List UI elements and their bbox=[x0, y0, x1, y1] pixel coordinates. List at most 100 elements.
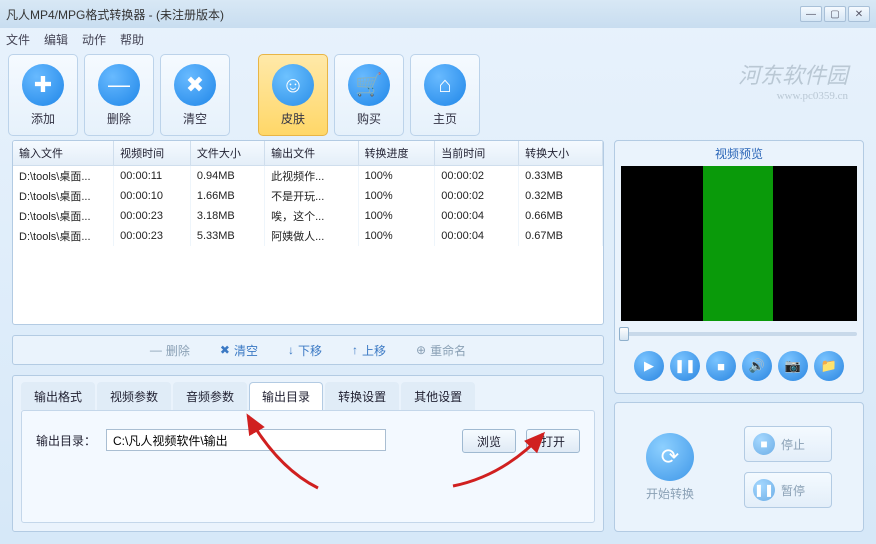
add-button[interactable]: ✚ 添加 bbox=[8, 54, 78, 136]
tab-other[interactable]: 其他设置 bbox=[401, 382, 475, 410]
tab-convset[interactable]: 转换设置 bbox=[325, 382, 399, 410]
menu-edit[interactable]: 编辑 bbox=[44, 31, 68, 48]
cell-curtime: 00:00:02 bbox=[435, 186, 519, 206]
cell-input: D:\tools\桌面... bbox=[13, 206, 114, 226]
stop-button[interactable]: ■ bbox=[706, 351, 736, 381]
seek-thumb[interactable] bbox=[619, 327, 629, 341]
file-table[interactable]: 输入文件 视频时间 文件大小 输出文件 转换进度 当前时间 转换大小 D:\to… bbox=[12, 140, 604, 325]
table-row[interactable]: D:\tools\桌面...00:00:101.66MB不是开玩...100%0… bbox=[13, 186, 603, 206]
start-convert-button[interactable]: ⟳ bbox=[646, 433, 694, 481]
down-icon: ↓ bbox=[288, 343, 294, 357]
col-vtime[interactable]: 视频时间 bbox=[114, 141, 191, 166]
col-progress[interactable]: 转换进度 bbox=[358, 141, 435, 166]
cell-convsize: 0.67MB bbox=[519, 226, 603, 246]
cell-vtime: 00:00:11 bbox=[114, 166, 191, 187]
open-button[interactable]: 打开 bbox=[526, 429, 580, 453]
outdir-input[interactable] bbox=[106, 429, 386, 451]
cell-curtime: 00:00:04 bbox=[435, 206, 519, 226]
up-icon: ↑ bbox=[352, 343, 358, 357]
play-button[interactable]: ▶ bbox=[634, 351, 664, 381]
buy-button[interactable]: 🛒 购买 bbox=[334, 54, 404, 136]
watermark: 河东软件园 www.pc0359.cn bbox=[738, 58, 848, 102]
minimize-button[interactable]: — bbox=[800, 6, 822, 22]
col-convsize[interactable]: 转换大小 bbox=[519, 141, 603, 166]
tab-audio[interactable]: 音频参数 bbox=[173, 382, 247, 410]
volume-button[interactable]: 🔊 bbox=[742, 351, 772, 381]
clear-button[interactable]: ✖ 清空 bbox=[160, 54, 230, 136]
cell-vtime: 00:00:10 bbox=[114, 186, 191, 206]
table-row[interactable]: D:\tools\桌面...00:00:233.18MB唉，这个...100%0… bbox=[13, 206, 603, 226]
minus-icon: — bbox=[150, 343, 162, 357]
home-icon: ⌂ bbox=[424, 64, 466, 106]
menu-file[interactable]: 文件 bbox=[6, 31, 30, 48]
window-title: 凡人MP4/MPG格式转换器 - (未注册版本) bbox=[6, 6, 224, 23]
toolbar: ✚ 添加 — 删除 ✖ 清空 ☺ 皮肤 🛒 购买 ⌂ 主页 河东软件园 www.… bbox=[0, 50, 876, 140]
snapshot-button[interactable]: 📷 bbox=[778, 351, 808, 381]
home-button[interactable]: ⌂ 主页 bbox=[410, 54, 480, 136]
close-button[interactable]: ✕ bbox=[848, 6, 870, 22]
cell-convsize: 0.32MB bbox=[519, 186, 603, 206]
table-row[interactable]: D:\tools\桌面...00:00:235.33MB阿姨做人...100%0… bbox=[13, 226, 603, 246]
video-preview[interactable] bbox=[621, 166, 857, 321]
menubar: 文件 编辑 动作 帮助 bbox=[0, 28, 876, 50]
pause-icon: ❚❚ bbox=[753, 479, 775, 501]
stop-icon: ■ bbox=[753, 433, 775, 455]
list-rename[interactable]: ⊕重命名 bbox=[416, 342, 466, 359]
list-delete[interactable]: —删除 bbox=[150, 342, 190, 359]
smile-icon: ☺ bbox=[272, 64, 314, 106]
col-output[interactable]: 输出文件 bbox=[265, 141, 358, 166]
menu-action[interactable]: 动作 bbox=[82, 31, 106, 48]
folder-button[interactable]: 📁 bbox=[814, 351, 844, 381]
cell-input: D:\tools\桌面... bbox=[13, 226, 114, 246]
tab-video[interactable]: 视频参数 bbox=[97, 382, 171, 410]
cell-curtime: 00:00:02 bbox=[435, 166, 519, 187]
menu-help[interactable]: 帮助 bbox=[120, 31, 144, 48]
list-actions: —删除 ✖清空 ↓下移 ↑上移 ⊕重命名 bbox=[12, 335, 604, 365]
cell-curtime: 00:00:04 bbox=[435, 226, 519, 246]
delete-button[interactable]: — 删除 bbox=[84, 54, 154, 136]
preview-panel: 视频预览 ▶ ❚❚ ■ 🔊 📷 📁 bbox=[614, 140, 864, 394]
start-convert-label: 开始转换 bbox=[646, 485, 694, 502]
settings-panel: 输出格式 视频参数 音频参数 输出目录 转换设置 其他设置 输出目录： 浏览 打… bbox=[12, 375, 604, 532]
cell-progress: 100% bbox=[358, 186, 435, 206]
pause-button[interactable]: ❚❚ bbox=[670, 351, 700, 381]
cart-icon: 🛒 bbox=[348, 64, 390, 106]
stop-convert-button[interactable]: ■ 停止 bbox=[744, 426, 832, 462]
tab-format[interactable]: 输出格式 bbox=[21, 382, 95, 410]
col-fsize[interactable]: 文件大小 bbox=[190, 141, 264, 166]
x-icon: ✖ bbox=[174, 64, 216, 106]
rename-icon: ⊕ bbox=[416, 343, 426, 357]
cell-input: D:\tools\桌面... bbox=[13, 186, 114, 206]
cell-input: D:\tools\桌面... bbox=[13, 166, 114, 187]
skin-button[interactable]: ☺ 皮肤 bbox=[258, 54, 328, 136]
x-icon: ✖ bbox=[220, 343, 230, 357]
cell-vtime: 00:00:23 bbox=[114, 206, 191, 226]
cell-convsize: 0.33MB bbox=[519, 166, 603, 187]
cell-fsize: 1.66MB bbox=[190, 186, 264, 206]
cell-fsize: 5.33MB bbox=[190, 226, 264, 246]
cell-vtime: 00:00:23 bbox=[114, 226, 191, 246]
titlebar: 凡人MP4/MPG格式转换器 - (未注册版本) — ▢ ✕ bbox=[0, 0, 876, 28]
preview-title: 视频预览 bbox=[615, 141, 863, 166]
cell-convsize: 0.66MB bbox=[519, 206, 603, 226]
maximize-button[interactable]: ▢ bbox=[824, 6, 846, 22]
cell-progress: 100% bbox=[358, 206, 435, 226]
col-input[interactable]: 输入文件 bbox=[13, 141, 114, 166]
cell-output: 不是开玩... bbox=[265, 186, 358, 206]
preview-frame bbox=[703, 166, 773, 321]
pause-convert-button[interactable]: ❚❚ 暂停 bbox=[744, 472, 832, 508]
plus-icon: ✚ bbox=[22, 64, 64, 106]
browse-button[interactable]: 浏览 bbox=[462, 429, 516, 453]
list-down[interactable]: ↓下移 bbox=[288, 342, 322, 359]
col-curtime[interactable]: 当前时间 bbox=[435, 141, 519, 166]
seek-bar[interactable] bbox=[621, 327, 857, 341]
minus-icon: — bbox=[98, 64, 140, 106]
cell-output: 阿姨做人... bbox=[265, 226, 358, 246]
outdir-label: 输出目录： bbox=[36, 429, 96, 449]
cell-output: 唉，这个... bbox=[265, 206, 358, 226]
tab-outdir[interactable]: 输出目录 bbox=[249, 382, 323, 410]
cell-progress: 100% bbox=[358, 226, 435, 246]
list-clear[interactable]: ✖清空 bbox=[220, 342, 258, 359]
list-up[interactable]: ↑上移 bbox=[352, 342, 386, 359]
table-row[interactable]: D:\tools\桌面...00:00:110.94MB此视频作...100%0… bbox=[13, 166, 603, 187]
